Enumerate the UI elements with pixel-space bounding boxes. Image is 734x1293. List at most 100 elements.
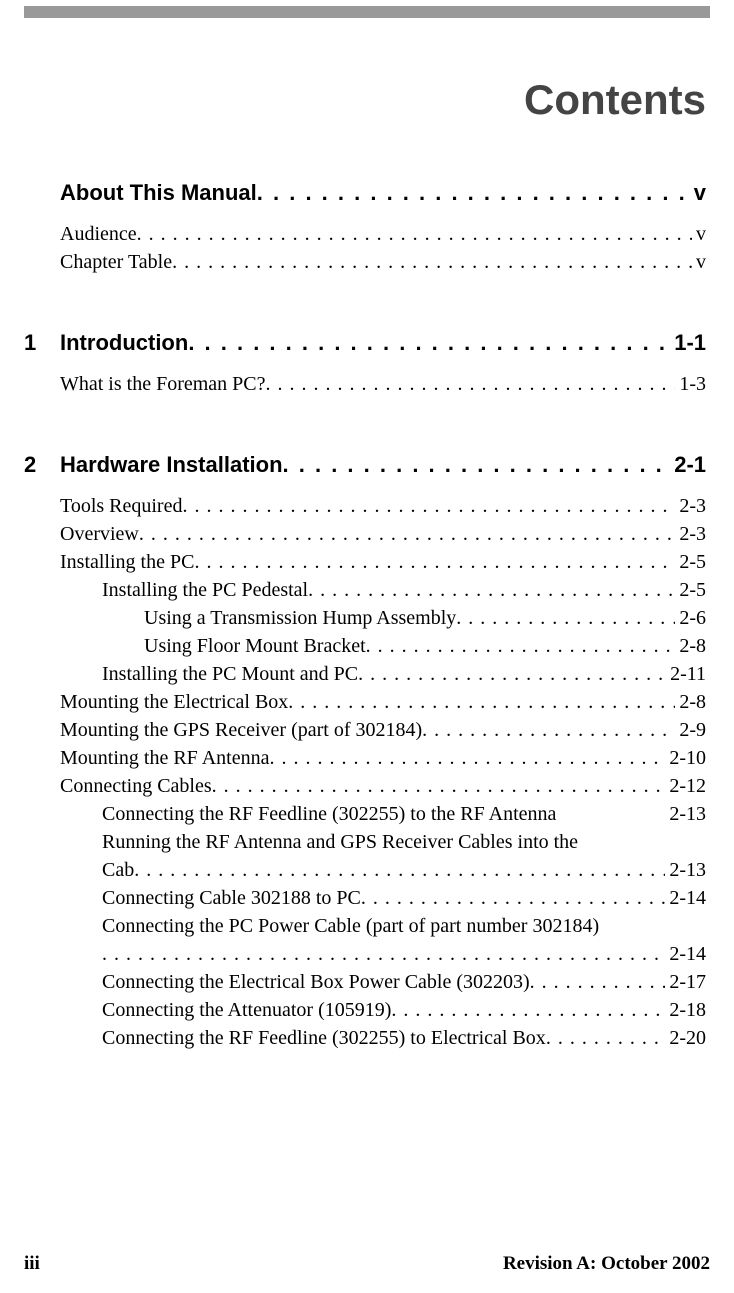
section-spacer: [60, 398, 706, 422]
toc-entry: Connecting Cables 2-12: [60, 772, 706, 800]
toc-entry: Installing the PC Mount and PC2-11: [60, 660, 706, 688]
toc-entry-label: Connecting the RF Feedline (302255) to E…: [102, 1024, 546, 1052]
toc-entry-label: Installing the PC Pedestal: [102, 576, 308, 604]
toc-entry-label: Connecting Cable 302188 to PC: [102, 884, 361, 912]
toc-entry-page: 2-6: [675, 604, 706, 632]
toc-section-heading: 2Hardware Installation 2-1: [60, 452, 706, 478]
toc-entry: Overview2-3: [60, 520, 706, 548]
toc-entry: Connecting the RF Feedline (302255) to t…: [60, 800, 706, 828]
leader-dots: [139, 520, 675, 548]
toc-entry: Connecting the RF Feedline (302255) to E…: [60, 1024, 706, 1052]
toc-entry: Chapter Table v: [60, 248, 706, 276]
toc-entry-label: Overview: [60, 520, 139, 548]
toc-entry-page: 2-3: [675, 492, 706, 520]
toc-entry-label: Mounting the GPS Receiver (part of 30218…: [60, 716, 422, 744]
footer: iii Revision A: October 2002: [24, 1253, 710, 1275]
leader-dots: [266, 370, 676, 398]
toc-section-label: Introduction: [60, 330, 188, 356]
section-spacer: [60, 276, 706, 300]
toc-entry-label: What is the Foreman PC?: [60, 370, 266, 398]
toc-section-heading: 1Introduction 1-1: [60, 330, 706, 356]
toc-entry-page: 2-14: [665, 940, 706, 968]
toc-entry: Connecting the Electrical Box Power Cabl…: [60, 968, 706, 996]
toc-section-label: About This Manual: [60, 180, 257, 206]
toc-entry-page: 2-18: [665, 996, 706, 1024]
leader-dots: [172, 248, 692, 276]
toc-entry: Audience v: [60, 220, 706, 248]
leader-dots: [391, 996, 665, 1024]
toc-section-number: 1: [24, 330, 60, 356]
toc-entry: 2-14: [60, 940, 706, 968]
toc-entry-label: Audience: [60, 220, 137, 248]
page-title: Contents: [24, 76, 710, 124]
toc-entry-page: 2-12: [665, 772, 706, 800]
leader-dots: [102, 940, 665, 968]
leader-dots: [269, 744, 665, 772]
toc-entry-label: Installing the PC: [60, 548, 194, 576]
toc-section-number: [24, 180, 60, 206]
toc-entry-label: Using Floor Mount Bracket: [144, 632, 366, 660]
toc-entry-label: Mounting the RF Antenna: [60, 744, 269, 772]
toc-entry-page: 2-10: [665, 744, 706, 772]
toc-entry-page: 2-9: [675, 716, 706, 744]
toc-entry-page: 2-5: [675, 548, 706, 576]
toc-entry-label: Connecting Cables: [60, 772, 212, 800]
toc-entry-label: Running the RF Antenna and GPS Receiver …: [102, 828, 578, 856]
toc-entry: Connecting the Attenuator (105919) 2-18: [60, 996, 706, 1024]
toc-entry: Mounting the Electrical Box 2-8: [60, 688, 706, 716]
toc-block: About This Manual vAudiencevChapter Tabl…: [60, 180, 706, 1076]
leader-dots: [283, 452, 671, 478]
toc-section-heading: About This Manual v: [60, 180, 706, 206]
toc-entry-page: v: [692, 220, 706, 248]
toc-entry-page: 2-5: [675, 576, 706, 604]
toc-entry-page: 2-13: [665, 800, 706, 828]
leader-dots: [546, 1024, 666, 1052]
toc-entry-page: 2-14: [665, 884, 706, 912]
toc-entry-label: Cab: [102, 856, 134, 884]
leader-dots: [578, 828, 706, 856]
leader-dots: [556, 800, 665, 828]
toc-entry: Using Floor Mount Bracket 2-8: [60, 632, 706, 660]
toc-entry-page: 2-8: [675, 632, 706, 660]
leader-dots: [194, 548, 675, 576]
toc-entry: Using a Transmission Hump Assembly 2-6: [60, 604, 706, 632]
toc-entry-label: Chapter Table: [60, 248, 172, 276]
leader-dots: [530, 968, 666, 996]
leader-dots: [134, 856, 665, 884]
toc-entry: Cab2-13: [60, 856, 706, 884]
toc-entry-page: v: [692, 248, 706, 276]
page: Contents About This Manual vAudiencevCha…: [0, 6, 734, 1293]
toc-entry-label: Using a Transmission Hump Assembly: [144, 604, 456, 632]
section-spacer: [60, 1052, 706, 1076]
leader-dots: [361, 884, 665, 912]
leader-dots: [288, 688, 675, 716]
toc-entry-label: Connecting the RF Feedline (302255) to t…: [102, 800, 556, 828]
leader-dots: [358, 660, 666, 688]
toc-section-label: Hardware Installation: [60, 452, 283, 478]
toc-entry-label: Installing the PC Mount and PC: [102, 660, 358, 688]
toc-entry-label: Connecting the Electrical Box Power Cabl…: [102, 968, 530, 996]
footer-revision: Revision A: October 2002: [503, 1253, 710, 1275]
toc-entry: Installing the PC 2-5: [60, 548, 706, 576]
toc-section-number: 2: [24, 452, 60, 478]
toc-section-page: 2-1: [670, 452, 706, 478]
leader-dots: [137, 220, 692, 248]
toc-entry-label: Connecting the Attenuator (105919): [102, 996, 391, 1024]
leader-dots: [257, 180, 690, 206]
leader-dots: [599, 912, 706, 940]
leader-dots: [366, 632, 676, 660]
toc-entry-page: 2-20: [665, 1024, 706, 1052]
toc-entry-label: Mounting the Electrical Box: [60, 688, 288, 716]
leader-dots: [422, 716, 675, 744]
toc-entry: What is the Foreman PC? 1-3: [60, 370, 706, 398]
toc-entry-page: 1-3: [675, 370, 706, 398]
leader-dots: [456, 604, 675, 632]
toc-entry-label: Tools Required: [60, 492, 182, 520]
toc-section-page: 1-1: [670, 330, 706, 356]
toc-entry-page: 2-8: [675, 688, 706, 716]
toc-entry-page: 2-17: [665, 968, 706, 996]
toc-section-page: v: [690, 180, 706, 206]
toc-entry: Connecting the PC Power Cable (part of p…: [60, 912, 706, 940]
leader-dots: [308, 576, 675, 604]
toc-entry: Mounting the RF Antenna 2-10: [60, 744, 706, 772]
